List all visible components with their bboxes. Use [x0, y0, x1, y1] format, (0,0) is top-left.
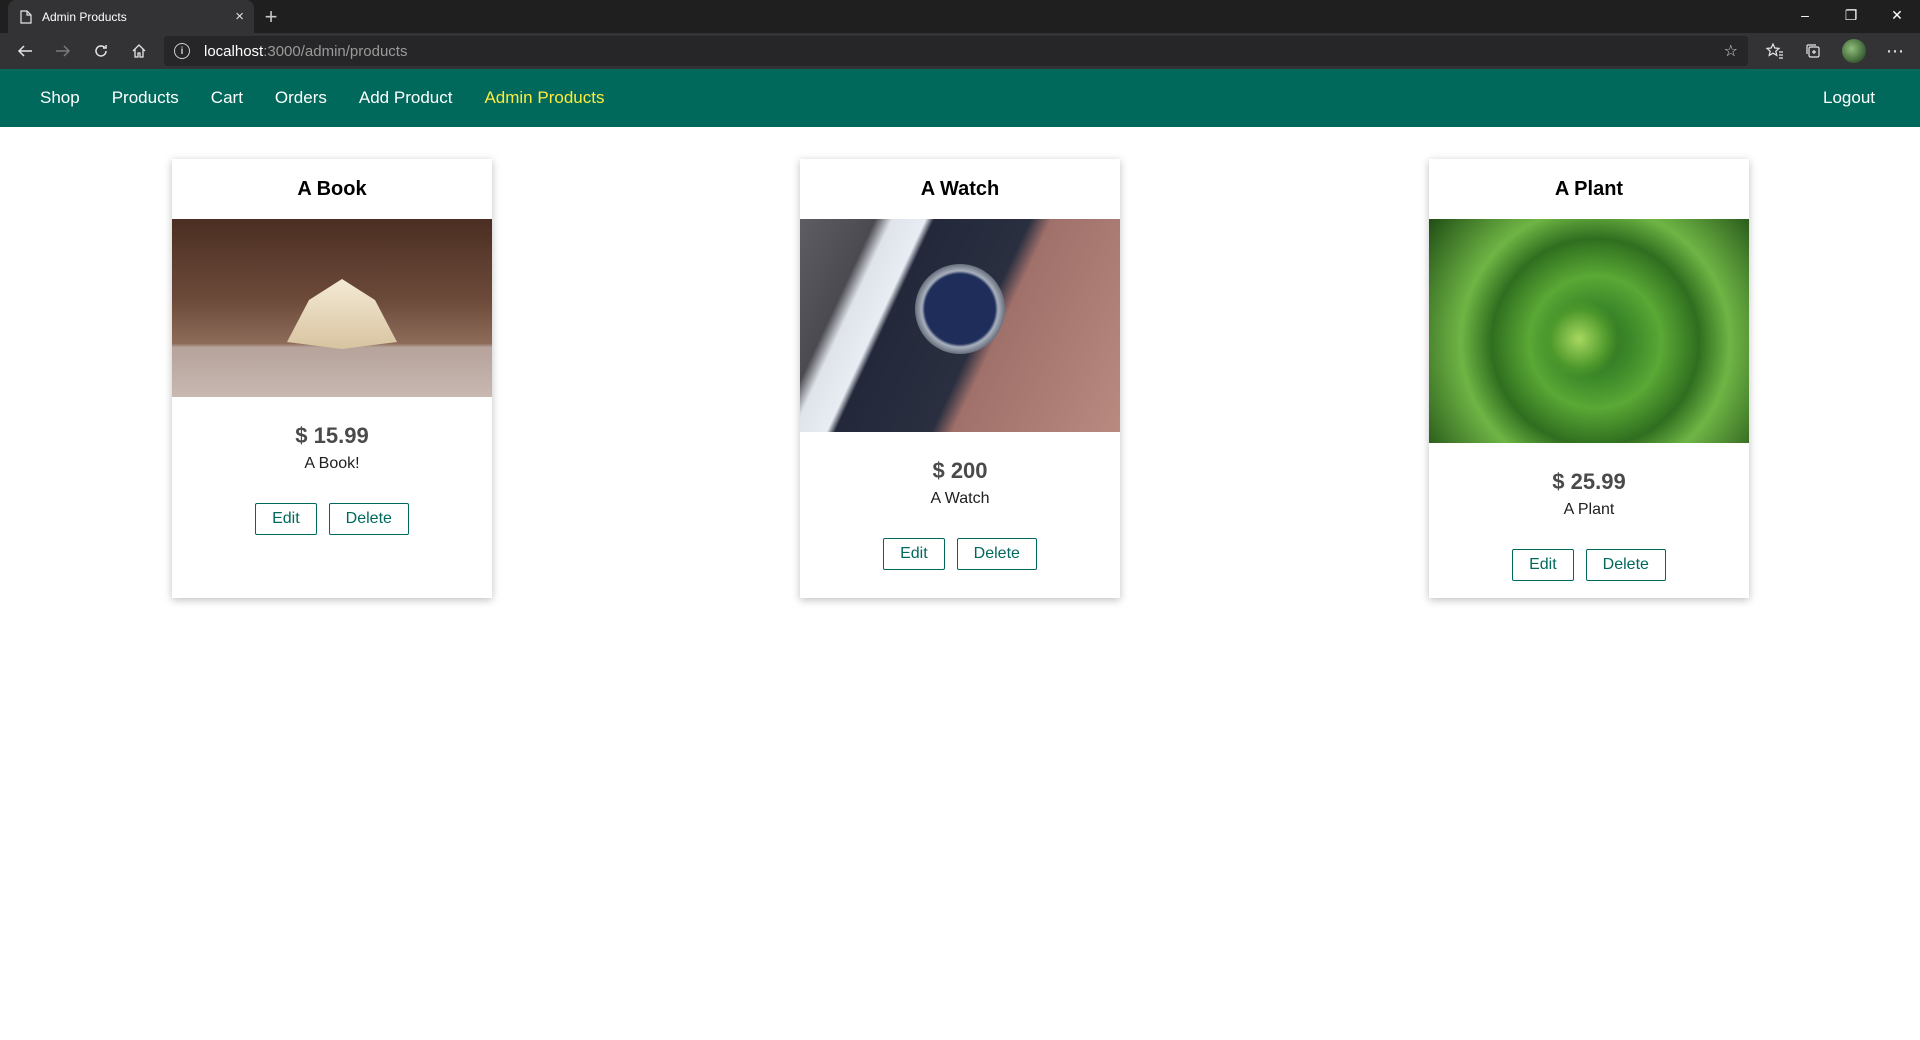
- close-tab-icon[interactable]: ×: [235, 8, 244, 25]
- favorites-button[interactable]: [1756, 36, 1794, 66]
- product-title: A Watch: [920, 177, 1000, 200]
- nav-shop[interactable]: Shop: [40, 88, 80, 108]
- browser-tabstrip: Admin Products × + – ❐ ✕: [0, 0, 1920, 33]
- product-description: A Book!: [304, 455, 360, 472]
- page-icon: [20, 9, 32, 24]
- logout-button[interactable]: Logout: [1823, 88, 1875, 108]
- product-actions: Edit Delete: [172, 503, 492, 535]
- tab-title: Admin Products: [42, 9, 127, 24]
- product-title: A Plant: [1554, 177, 1624, 200]
- arrow-left-icon: [17, 45, 32, 57]
- collections-button[interactable]: [1794, 36, 1832, 66]
- url-host: localhost: [204, 42, 264, 60]
- restore-button[interactable]: ❐: [1828, 0, 1874, 30]
- browser-tab[interactable]: Admin Products ×: [8, 0, 254, 33]
- product-image: [800, 219, 1120, 432]
- home-button[interactable]: [120, 36, 158, 66]
- edit-button[interactable]: Edit: [255, 503, 317, 535]
- product-price: $ 200: [932, 458, 988, 483]
- ellipsis-icon: ⋯: [1886, 40, 1904, 61]
- main-navigation: Shop Products Cart Orders Add Product Ad…: [0, 69, 1920, 127]
- forward-button[interactable]: [44, 36, 82, 66]
- minimize-button[interactable]: –: [1782, 0, 1828, 30]
- product-price: $ 25.99: [1552, 469, 1626, 494]
- product-grid: A Book $ 15.99 A Book! Edit Delete A Wat…: [0, 127, 1920, 1027]
- home-icon: [132, 44, 146, 58]
- product-actions: Edit Delete: [1429, 549, 1749, 581]
- add-favorite-icon[interactable]: ☆: [1724, 41, 1738, 61]
- delete-button[interactable]: Delete: [1585, 549, 1666, 581]
- edit-button[interactable]: Edit: [1512, 549, 1574, 581]
- refresh-button[interactable]: [82, 36, 120, 66]
- product-title: A Book: [297, 177, 367, 200]
- more-menu-button[interactable]: ⋯: [1876, 36, 1914, 66]
- browser-toolbar: i localhost :3000/admin/products ☆ ⋯: [0, 33, 1920, 69]
- product-card: A Plant $ 25.99 A Plant Edit Delete: [1429, 159, 1749, 598]
- collections-icon: [1806, 44, 1820, 58]
- product-card: A Book $ 15.99 A Book! Edit Delete: [172, 159, 492, 598]
- product-description: A Plant: [1563, 501, 1615, 518]
- product-price: $ 15.99: [295, 423, 369, 448]
- product-description: A Watch: [930, 490, 990, 507]
- product-content: $ 200 A Watch Edit Delete: [800, 458, 1120, 570]
- edit-button[interactable]: Edit: [883, 538, 945, 570]
- open-book-icon: [287, 279, 397, 349]
- aloe-plant-icon: [1539, 299, 1619, 379]
- info-icon[interactable]: i: [174, 43, 190, 59]
- product-content: $ 25.99 A Plant Edit Delete: [1429, 469, 1749, 581]
- product-content: $ 15.99 A Book! Edit Delete: [172, 423, 492, 535]
- profile-avatar[interactable]: [1842, 39, 1866, 63]
- wristwatch-icon: [915, 264, 1005, 354]
- product-actions: Edit Delete: [800, 538, 1120, 570]
- nav-products[interactable]: Products: [112, 88, 179, 108]
- delete-button[interactable]: Delete: [956, 538, 1037, 570]
- window-controls: – ❐ ✕: [1782, 0, 1920, 30]
- nav-add-product[interactable]: Add Product: [359, 88, 453, 108]
- product-image: [1429, 219, 1749, 443]
- product-card: A Watch $ 200 A Watch Edit Delete: [800, 159, 1120, 598]
- close-window-button[interactable]: ✕: [1874, 0, 1920, 30]
- favorites-icon: [1766, 43, 1783, 59]
- refresh-icon: [95, 45, 107, 57]
- nav-orders[interactable]: Orders: [275, 88, 327, 108]
- delete-button[interactable]: Delete: [328, 503, 409, 535]
- arrow-right-icon: [56, 45, 71, 57]
- new-tab-button[interactable]: +: [254, 0, 288, 33]
- url-path: :3000/admin/products: [263, 42, 408, 60]
- nav-cart[interactable]: Cart: [211, 88, 243, 108]
- back-button[interactable]: [6, 36, 44, 66]
- product-image: [172, 219, 492, 397]
- address-bar[interactable]: i localhost :3000/admin/products ☆: [164, 36, 1748, 66]
- nav-admin-products[interactable]: Admin Products: [484, 88, 604, 108]
